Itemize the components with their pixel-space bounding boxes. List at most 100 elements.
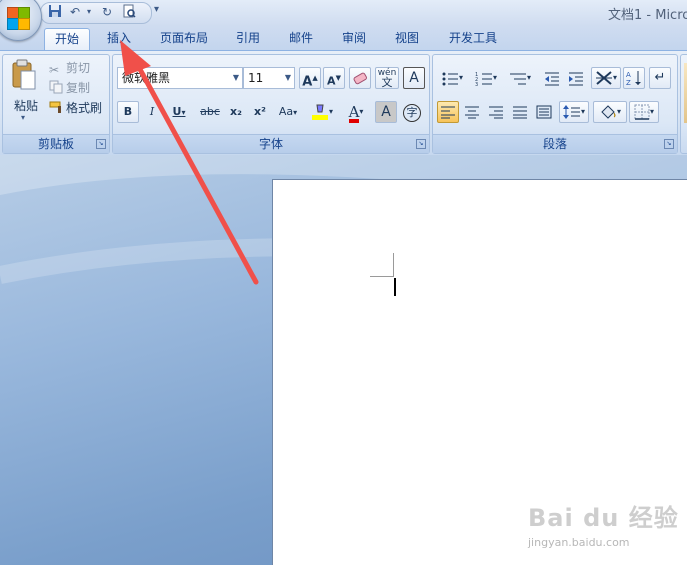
paste-button[interactable]: 粘贴 ▾ (9, 59, 39, 123)
svg-text:Z: Z (626, 79, 631, 86)
customize-qat-icon[interactable]: ▾ (154, 4, 159, 15)
shading-button[interactable]: ▾ (593, 101, 627, 123)
tab-references[interactable]: 引用 (228, 28, 268, 50)
chevron-down-icon: ▾ (458, 73, 463, 82)
align-right-button[interactable] (485, 101, 507, 123)
numbering-button[interactable]: 1 2 3 ▾ (471, 67, 501, 89)
svg-text:A: A (626, 71, 631, 79)
copy-button[interactable]: 复制 (49, 79, 90, 97)
format-painter-icon (49, 100, 63, 114)
tab-mailings[interactable]: 邮件 (281, 28, 321, 50)
sort-button[interactable]: AZ (623, 67, 645, 89)
shrink-font-icon: A (327, 74, 336, 88)
change-case-button[interactable]: Aa▾ (273, 101, 303, 123)
subscript-button[interactable]: x₂ (225, 101, 247, 123)
font-color-icon: A (348, 103, 360, 123)
tab-page-layout[interactable]: 页面布局 (152, 28, 216, 50)
clipboard-group-label: 剪贴板 (3, 134, 109, 153)
chevron-down-icon: ▾ (328, 107, 333, 116)
cut-button[interactable]: ✂ 剪切 (49, 59, 90, 77)
char-border-button[interactable]: A (403, 67, 425, 89)
font-group: 微软雅黑 ▼ 11 ▼ A▲ A▼ wén 文 A B I U▾ abc x₂ x… (112, 54, 430, 154)
redo-icon[interactable]: ↻ (99, 4, 115, 20)
grow-font-button[interactable]: A▲ (299, 67, 321, 89)
bold-button[interactable]: B (117, 101, 139, 123)
paint-bucket-icon (601, 105, 616, 119)
asian-layout-button[interactable]: ▾ (591, 67, 621, 89)
tab-review[interactable]: 审阅 (334, 28, 374, 50)
align-left-icon (441, 106, 455, 119)
chevron-down-icon: ▾ (359, 107, 364, 116)
multilevel-list-button[interactable]: ▾ (505, 67, 535, 89)
line-spacing-button[interactable]: ▾ (559, 101, 589, 123)
tab-developer[interactable]: 开发工具 (440, 28, 506, 50)
paragraph-launcher-icon[interactable]: ↘ (664, 139, 674, 149)
copy-label: 复制 (66, 81, 91, 95)
format-painter-button[interactable]: 格式刷 (49, 99, 102, 117)
scissors-icon: ✂ (49, 63, 60, 77)
justify-button[interactable] (509, 101, 531, 123)
paste-label: 粘贴 (13, 99, 38, 113)
align-left-button[interactable] (437, 101, 459, 123)
decrease-indent-icon (545, 72, 559, 86)
margin-mark-horizontal (370, 276, 394, 277)
char-shading-icon: A (381, 104, 391, 120)
paste-icon (12, 59, 36, 90)
italic-button[interactable]: I (141, 101, 163, 123)
chevron-down-icon: ▾ (526, 73, 531, 82)
char-shading-button[interactable]: A (375, 101, 397, 123)
margin-mark-vertical (393, 253, 394, 277)
shrink-font-button[interactable]: A▼ (323, 67, 345, 89)
align-center-button[interactable] (461, 101, 483, 123)
borders-icon (634, 104, 650, 120)
clear-format-button[interactable] (349, 67, 371, 89)
save-icon[interactable] (47, 4, 63, 20)
char-border-icon: A (409, 70, 419, 86)
chevron-down-icon: ▾ (181, 108, 186, 117)
undo-dropdown-icon[interactable]: ▾ (81, 4, 97, 20)
baidu-watermark: Bai du 经验 jingyan.baidu.com (528, 498, 687, 558)
paste-dropdown-icon: ▾ (21, 113, 26, 122)
grow-font-icon: A (302, 74, 313, 90)
print-preview-icon[interactable] (121, 4, 137, 20)
increase-indent-button[interactable] (565, 67, 587, 89)
bullet-list-icon (442, 72, 458, 86)
tab-view[interactable]: 视图 (387, 28, 427, 50)
enclose-chars-icon: 字 (403, 104, 421, 122)
eraser-icon (353, 72, 367, 85)
font-name-combo[interactable]: 微软雅黑 ▼ (117, 67, 243, 89)
change-case-label: Aa (278, 105, 294, 118)
enclose-chars-button[interactable]: 字 (401, 101, 423, 123)
tab-insert[interactable]: 插入 (99, 28, 139, 50)
paragraph-mark-icon: ↵ (654, 70, 666, 85)
tab-home[interactable]: 开始 (44, 28, 90, 51)
borders-button[interactable]: ▾ (629, 101, 659, 123)
chevron-down-icon: ▾ (612, 73, 617, 82)
copy-icon (49, 80, 63, 94)
decrease-indent-button[interactable] (541, 67, 563, 89)
superscript-button[interactable]: x² (249, 101, 271, 123)
font-size-combo[interactable]: 11 ▼ (243, 67, 295, 89)
chevron-down-icon: ▾ (492, 73, 497, 82)
strikethrough-button[interactable]: abc (197, 101, 223, 123)
underline-button[interactable]: U▾ (165, 101, 193, 123)
justify-icon (513, 106, 527, 119)
clipboard-launcher-icon[interactable]: ↘ (96, 139, 106, 149)
font-color-button[interactable]: A▾ (341, 101, 371, 123)
highlighter-icon (311, 104, 328, 120)
phonetic-guide-button[interactable]: wén 文 (375, 67, 399, 89)
bullets-button[interactable]: ▾ (437, 67, 467, 89)
align-center-icon (465, 106, 479, 119)
distributed-button[interactable] (533, 101, 555, 123)
font-launcher-icon[interactable]: ↘ (416, 139, 426, 149)
font-name-value: 微软雅黑 (122, 71, 171, 85)
format-painter-label: 格式刷 (66, 101, 103, 115)
line-spacing-icon (562, 105, 580, 119)
watermark-url: jingyan.baidu.com (528, 536, 630, 549)
highlight-button[interactable]: ▾ (307, 101, 337, 123)
chevron-down-icon: ▾ (293, 108, 298, 117)
show-marks-button[interactable]: ↵ (649, 67, 671, 89)
chevron-down-icon: ▾ (580, 107, 585, 116)
watermark-brand: Bai du 经验 (528, 504, 679, 532)
clipboard-group: 粘贴 ▾ ✂ 剪切 复制 格式刷 剪贴板 ↘ (2, 54, 110, 154)
